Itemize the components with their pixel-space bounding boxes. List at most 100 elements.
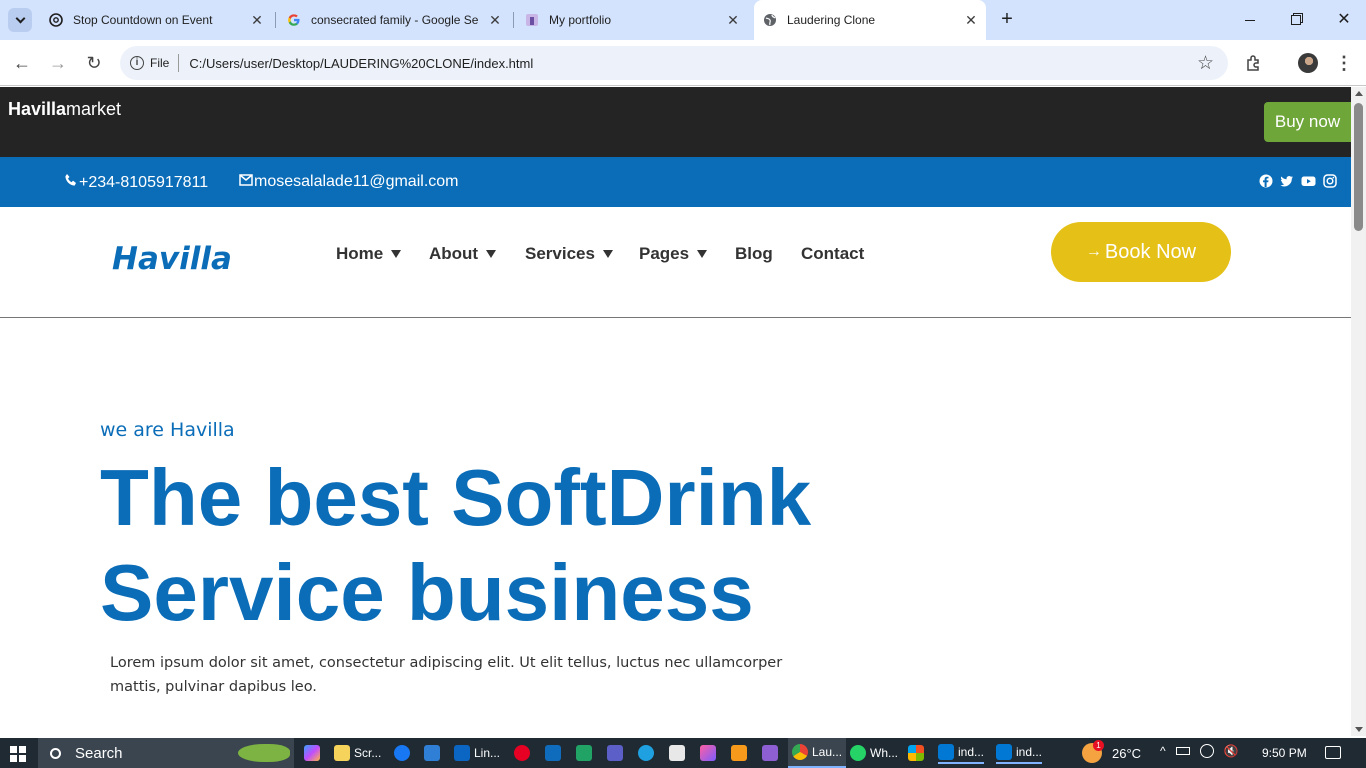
nav-services[interactable]: Services	[525, 244, 613, 264]
brand-logo[interactable]: Havillamarket	[8, 99, 121, 120]
taskbar-facebook[interactable]	[394, 742, 414, 764]
instagram-icon[interactable]	[1323, 174, 1337, 193]
taskbar-teams[interactable]	[607, 742, 627, 764]
restore-icon	[1291, 15, 1301, 25]
taskbar-excel[interactable]	[576, 742, 596, 764]
phone-contact[interactable]: +234-8105917811	[64, 173, 208, 192]
taskbar-app-lin[interactable]: Lin...	[454, 742, 500, 764]
menu-icon[interactable]: ⋮	[1332, 51, 1356, 75]
nav-contact[interactable]: Contact	[801, 244, 864, 264]
scroll-thumb[interactable]	[1354, 103, 1363, 231]
page-scrollbar[interactable]	[1351, 87, 1366, 736]
profile-avatar[interactable]	[1298, 53, 1318, 73]
book-now-button[interactable]: → Book Now	[1051, 222, 1231, 282]
close-tab-icon[interactable]: ✕	[250, 13, 264, 27]
taskbar-copilot[interactable]	[304, 742, 324, 764]
portfolio-icon	[524, 12, 540, 28]
tab-search-button[interactable]	[8, 8, 32, 32]
globe-icon	[762, 12, 778, 28]
file-icon	[669, 745, 685, 761]
hero-title-line2: Service business	[100, 548, 754, 637]
nav-home[interactable]: Home	[336, 244, 402, 264]
arrow-right-icon: →	[1085, 243, 1102, 260]
taskbar-app-scr[interactable]: Scr...	[334, 742, 381, 764]
reload-button[interactable]: ↻	[82, 51, 106, 75]
restore-button[interactable]	[1284, 12, 1308, 28]
taskbar-app-lau[interactable]: Lau...	[788, 738, 847, 768]
caret-down-icon	[391, 250, 402, 258]
caret-down-icon	[486, 250, 497, 258]
social-icons	[1259, 174, 1337, 193]
taskbar-windows-apps[interactable]	[908, 742, 928, 764]
windows-start-icon[interactable]	[10, 746, 26, 762]
taskbar-app-ind-1[interactable]: ind...	[938, 742, 985, 764]
facebook-icon[interactable]	[1259, 174, 1273, 193]
chameleon-icon	[238, 744, 290, 762]
phone-number: +234-8105917811	[79, 173, 209, 191]
clock[interactable]: 9:50 PM	[1262, 746, 1307, 760]
url-text[interactable]: C:/Users/user/Desktop/LAUDERING%20CLONE/…	[189, 56, 533, 71]
email-contact[interactable]: mosesalalade11@gmail.com	[239, 173, 458, 191]
taskbar-app-ind-2[interactable]: ind...	[996, 742, 1043, 764]
speaker-muted-icon[interactable]: 🔇	[1224, 744, 1239, 758]
taskbar-sublime[interactable]	[731, 742, 751, 764]
taskbar-app-wh[interactable]: Wh...	[850, 742, 898, 764]
taskbar-vs[interactable]	[762, 742, 782, 764]
taskbar-files[interactable]	[669, 742, 689, 764]
copilot-icon	[304, 745, 320, 761]
nav-blog[interactable]: Blog	[735, 244, 773, 264]
taskbar-paint[interactable]	[700, 742, 720, 764]
chevron-down-icon	[15, 13, 25, 23]
nav-about[interactable]: About	[429, 244, 497, 264]
taskbar-pinterest[interactable]	[514, 742, 534, 764]
caret-down-icon	[697, 250, 708, 258]
network-globe-icon[interactable]	[1199, 744, 1214, 758]
brand-bold: Havilla	[8, 99, 67, 119]
site-logo[interactable]: Havilla	[112, 241, 232, 277]
star-icon[interactable]: ☆	[1197, 52, 1214, 75]
address-bar[interactable]: i File C:/Users/user/Desktop/LAUDERING%2…	[120, 46, 1228, 80]
twitter-icon[interactable]	[1280, 174, 1294, 193]
close-tab-icon[interactable]: ✕	[964, 13, 978, 27]
paint-icon	[700, 745, 716, 761]
taskbar-edge[interactable]	[638, 742, 658, 764]
close-window-button[interactable]: ✕	[1332, 10, 1356, 30]
extensions-icon[interactable]	[1242, 51, 1266, 75]
chevron-up-icon[interactable]: ^	[1160, 744, 1166, 758]
battery-icon[interactable]	[1175, 747, 1190, 755]
vscode-icon	[938, 744, 954, 760]
system-tray: ^ 🔇	[1160, 744, 1239, 758]
taskbar-search-box[interactable]: Search	[38, 738, 294, 768]
email-address: mosesalalade11@gmail.com	[254, 173, 459, 190]
store-icon	[424, 745, 440, 761]
youtube-icon[interactable]	[1301, 174, 1316, 193]
scroll-up-arrow[interactable]	[1355, 91, 1363, 96]
tab-my-portfolio[interactable]: My portfolio ✕	[516, 6, 748, 34]
notification-center-icon[interactable]	[1325, 746, 1341, 759]
taskbar-store[interactable]	[424, 742, 444, 764]
caret-down-icon	[602, 250, 613, 258]
teams-icon	[607, 745, 623, 761]
buy-now-button[interactable]: Buy now	[1264, 102, 1351, 142]
scroll-down-arrow[interactable]	[1355, 727, 1363, 732]
taskbar-outlook[interactable]	[545, 742, 565, 764]
close-tab-icon[interactable]: ✕	[726, 13, 740, 27]
outlook-icon	[545, 745, 561, 761]
weather-widget[interactable]: 1 26°C	[1082, 740, 1141, 764]
whatsapp-icon	[850, 745, 866, 761]
close-tab-icon[interactable]: ✕	[488, 13, 502, 27]
back-button[interactable]: ←	[10, 51, 34, 75]
minimize-button[interactable]	[1238, 12, 1262, 28]
facebook-icon	[394, 745, 410, 761]
tab-laudering-clone[interactable]: Laudering Clone ✕	[754, 0, 986, 40]
tab-google-search[interactable]: consecrated family - Google Se ✕	[278, 6, 510, 34]
excel-icon	[576, 745, 592, 761]
search-icon	[50, 747, 61, 759]
tab-title: My portfolio	[549, 13, 612, 27]
tab-stop-countdown[interactable]: Stop Countdown on Event ✕	[40, 6, 272, 34]
google-icon	[286, 12, 302, 28]
new-tab-button[interactable]: +	[996, 8, 1018, 30]
book-now-label: Book Now	[1104, 240, 1197, 263]
forward-button[interactable]: →	[46, 51, 70, 75]
nav-pages[interactable]: Pages	[639, 244, 708, 264]
